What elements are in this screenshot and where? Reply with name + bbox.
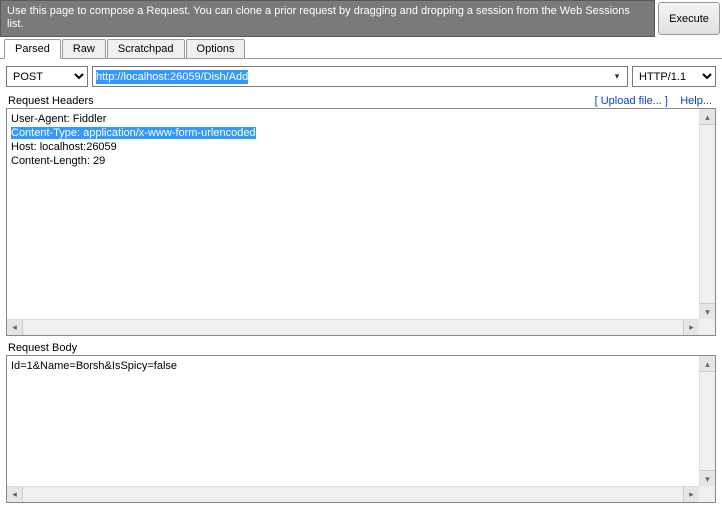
url-dropdown-icon[interactable]: ▾ (609, 69, 625, 84)
header-line[interactable]: Host: localhost:26059 (11, 140, 695, 154)
help-link[interactable]: Help... (680, 95, 712, 107)
body-vscroll[interactable]: ▴ ▾ (699, 356, 715, 486)
composer-hint: Use this page to compose a Request. You … (0, 0, 655, 37)
scroll-up-icon[interactable]: ▴ (700, 109, 715, 125)
request-headers-editor[interactable]: User-Agent: FiddlerContent-Type: applica… (6, 108, 716, 336)
header-line[interactable]: User-Agent: Fiddler (11, 112, 695, 126)
execute-button[interactable]: Execute (658, 2, 720, 35)
scroll-left-icon[interactable]: ◂ (7, 320, 23, 335)
tab-parsed[interactable]: Parsed (4, 39, 61, 59)
http-method-select[interactable]: POST (6, 66, 88, 87)
headers-label: Request Headers (6, 95, 94, 107)
scroll-right-icon[interactable]: ▸ (683, 320, 699, 335)
url-input[interactable]: http://localhost:26059/Dish/Add ▾ (92, 66, 628, 87)
scroll-down-icon[interactable]: ▾ (700, 470, 715, 486)
scroll-up-icon[interactable]: ▴ (700, 356, 715, 372)
tab-raw[interactable]: Raw (62, 39, 106, 58)
scroll-left-icon[interactable]: ◂ (7, 487, 23, 502)
scroll-right-icon[interactable]: ▸ (683, 487, 699, 502)
body-text[interactable]: Id=1&Name=Borsh&IsSpicy=false (7, 356, 699, 486)
tab-strip: Parsed Raw Scratchpad Options (0, 37, 722, 59)
http-version-select[interactable]: HTTP/1.1 (632, 66, 716, 87)
url-text: http://localhost:26059/Dish/Add (96, 70, 248, 84)
headers-hscroll[interactable]: ◂ ▸ (7, 319, 699, 335)
request-body-editor[interactable]: Id=1&Name=Borsh&IsSpicy=false ▴ ▾ ◂ ▸ (6, 355, 716, 503)
scroll-corner (699, 319, 715, 335)
scroll-down-icon[interactable]: ▾ (700, 303, 715, 319)
headers-vscroll[interactable]: ▴ ▾ (699, 109, 715, 319)
tab-options[interactable]: Options (186, 39, 246, 58)
tab-scratchpad[interactable]: Scratchpad (107, 39, 185, 58)
header-line[interactable]: Content-Type: application/x-www-form-url… (11, 126, 695, 140)
scroll-corner (699, 486, 715, 502)
body-hscroll[interactable]: ◂ ▸ (7, 486, 699, 502)
header-line[interactable]: Content-Length: 29 (11, 154, 695, 168)
body-label: Request Body (6, 342, 77, 354)
upload-file-link[interactable]: [ Upload file... ] (595, 95, 668, 107)
